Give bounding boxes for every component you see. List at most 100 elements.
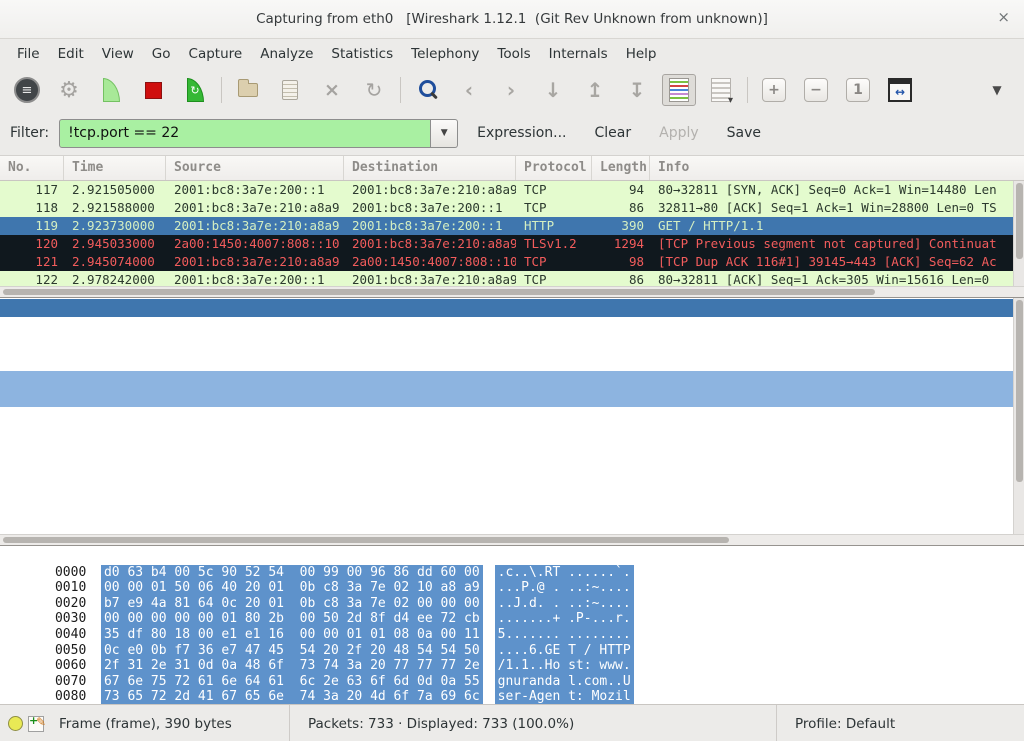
packet-detail-line[interactable]: User-Agent: Mozilla/5.0 (X11; Linux x86_… <box>0 425 1024 443</box>
cell-source: 2001:bc8:3a7e:200::1 <box>166 181 344 199</box>
menu-tools[interactable]: Tools <box>488 41 539 67</box>
menu-internals[interactable]: Internals <box>540 41 617 67</box>
resize-columns-icon[interactable]: ↔ <box>883 74 917 106</box>
zoom-out-icon[interactable]: − <box>799 74 833 106</box>
menu-view[interactable]: View <box>93 41 143 67</box>
status-packet-counts: Packets: 733 · Displayed: 733 (100.0%) <box>308 716 574 732</box>
packet-detail-line[interactable]: Hypertext Transfer Protocol <box>0 371 1024 389</box>
list-interfaces-icon[interactable]: ≡ <box>10 74 44 106</box>
toolbar-separator <box>220 74 223 106</box>
filter-dropdown-icon[interactable]: ▼ <box>431 119 458 148</box>
column-header-destination[interactable]: Destination <box>344 156 516 180</box>
status-profile-section[interactable]: Profile: Default <box>777 705 1024 741</box>
packet-detail-line[interactable]: Accept-Encoding: gzip, deflate\r\n <box>0 479 1024 497</box>
column-header-info[interactable]: Info <box>650 156 1024 180</box>
column-header-no[interactable]: No. <box>0 156 64 180</box>
scrollbar-thumb[interactable] <box>1016 300 1023 482</box>
hex-ascii: ser-Agen t: Mozil <box>495 689 634 704</box>
column-header-source[interactable]: Source <box>166 156 344 180</box>
packet-detail-line[interactable]: Accept-Language: en-US,en;q=0.5\r\n <box>0 461 1024 479</box>
scrollbar-thumb[interactable] <box>1016 183 1023 259</box>
packet-row[interactable]: 117 2.921505000 2001:bc8:3a7e:200::1 200… <box>0 181 1024 199</box>
save-button[interactable]: Save <box>718 120 770 146</box>
close-file-icon[interactable]: × <box>315 74 349 106</box>
hex-ascii: gnuranda l.com..U <box>495 674 634 690</box>
menu-file[interactable]: File <box>8 41 49 67</box>
packet-list-header: No. Time Source Destination Protocol Len… <box>0 155 1024 181</box>
go-forward-icon[interactable]: › <box>494 74 528 106</box>
cell-length: 1294 <box>592 235 650 253</box>
cell-source: 2001:bc8:3a7e:200::1 <box>166 271 344 286</box>
window-close-icon[interactable]: × <box>997 8 1010 26</box>
autoscroll-icon[interactable] <box>704 74 738 106</box>
hex-row[interactable]: 0000d0 63 b4 00 5c 90 52 54 00 99 00 96 … <box>8 549 1024 565</box>
menu-analyze[interactable]: Analyze <box>251 41 322 67</box>
menu-statistics[interactable]: Statistics <box>322 41 402 67</box>
packet-detail-line[interactable]: Ethernet II, Src: RealtekU_99:00:96 (52:… <box>0 317 1024 335</box>
hex-offset: 0030 <box>55 611 101 627</box>
reload-icon[interactable]: ↻ <box>357 74 391 106</box>
menu-bar: FileEditViewGoCaptureAnalyzeStatisticsTe… <box>0 39 1024 69</box>
go-to-packet-icon[interactable]: ↓ <box>536 74 570 106</box>
save-file-icon[interactable] <box>273 74 307 106</box>
cell-no: 120 <box>0 235 64 253</box>
colorize-icon[interactable] <box>662 74 696 106</box>
open-file-icon[interactable] <box>231 74 265 106</box>
zoom-in-icon[interactable]: + <box>757 74 791 106</box>
hex-ascii: ...P.@ . ..:~.... <box>495 580 634 596</box>
status-left-section: Frame (frame), 390 bytes <box>0 705 290 741</box>
filter-input[interactable]: !tcp.port == 22 <box>59 119 431 148</box>
cell-time: 2.978242000 <box>64 271 166 286</box>
apply-button[interactable]: Apply <box>650 120 708 146</box>
menu-help[interactable]: Help <box>617 41 666 67</box>
packet-detail-line[interactable]: GET / HTTP/1.1\r\n <box>0 389 1024 407</box>
packet-row[interactable]: 121 2.945074000 2001:bc8:3a7e:210:a8a9 2… <box>0 253 1024 271</box>
hex-dump-pane: 0000d0 63 b4 00 5c 90 52 54 00 99 00 96 … <box>0 545 1024 704</box>
packet-row[interactable]: 122 2.978242000 2001:bc8:3a7e:200::1 200… <box>0 271 1024 286</box>
clear-button[interactable]: Clear <box>586 120 641 146</box>
go-back-icon[interactable]: ‹ <box>452 74 486 106</box>
packet-detail-line[interactable]: Internet Protocol Version 6, Src: 2001:b… <box>0 335 1024 353</box>
go-to-bottom-icon[interactable]: ↧ <box>620 74 654 106</box>
cell-destination: 2001:bc8:3a7e:210:a8a9 <box>344 271 516 286</box>
packet-detail-line[interactable]: Transmission Control Protocol, Src Port:… <box>0 353 1024 371</box>
packet-detail-line[interactable]: Accept: text/html,application/xhtml+xml,… <box>0 443 1024 461</box>
packet-detail-line[interactable]: Host: www.gnurandal.com\r\n <box>0 407 1024 425</box>
packet-row[interactable]: 119 2.923730000 2001:bc8:3a7e:210:a8a9 2… <box>0 217 1024 235</box>
scrollbar-thumb[interactable] <box>3 289 875 295</box>
capture-restart-icon[interactable]: ↻ <box>178 74 212 106</box>
capture-stop-icon[interactable] <box>136 74 170 106</box>
menu-go[interactable]: Go <box>143 41 180 67</box>
details-horizontal-scrollbar[interactable] <box>0 534 1024 545</box>
packet-row[interactable]: 118 2.921588000 2001:bc8:3a7e:210:a8a9 2… <box>0 199 1024 217</box>
scrollbar-thumb[interactable] <box>3 537 729 543</box>
packet-detail-line[interactable]: Frame 119: 390 bytes on wire (3120 bits)… <box>0 299 1024 317</box>
details-vertical-scrollbar[interactable] <box>1013 298 1024 534</box>
expression-button[interactable]: Expression... <box>468 120 575 146</box>
menu-capture[interactable]: Capture <box>180 41 252 67</box>
packet-detail-line[interactable]: Connection: keep-alive\r\n <box>0 497 1024 515</box>
zoom-100-icon[interactable]: 1 <box>841 74 875 106</box>
find-packet-icon[interactable] <box>410 74 444 106</box>
menu-edit[interactable]: Edit <box>49 41 93 67</box>
cell-no: 122 <box>0 271 64 286</box>
filter-buttons: Expression... Clear Apply Save <box>458 120 770 146</box>
column-header-time[interactable]: Time <box>64 156 166 180</box>
cell-destination: 2001:bc8:3a7e:210:a8a9 <box>344 235 516 253</box>
expert-info-icon[interactable] <box>8 716 23 731</box>
packet-detail-line[interactable]: \r\n <box>0 515 1024 533</box>
packet-list-horizontal-scrollbar[interactable] <box>0 286 1024 297</box>
packet-list-vertical-scrollbar[interactable] <box>1013 181 1024 286</box>
column-header-length[interactable]: Length <box>592 156 650 180</box>
hex-bytes: 0c e0 0b f7 36 e7 47 45 54 20 2f 20 48 5… <box>101 643 483 659</box>
hex-bytes: 67 6e 75 72 61 6e 64 61 6c 2e 63 6f 6d 0… <box>101 674 483 690</box>
go-to-top-icon[interactable]: ↥ <box>578 74 612 106</box>
capture-start-icon[interactable] <box>94 74 128 106</box>
toolbar-overflow-icon[interactable]: ▼ <box>980 74 1014 106</box>
column-header-protocol[interactable]: Protocol <box>516 156 592 180</box>
packet-row[interactable]: 120 2.945033000 2a00:1450:4007:808::10 2… <box>0 235 1024 253</box>
capture-comment-icon[interactable] <box>28 716 44 732</box>
capture-options-icon[interactable]: ⚙ <box>52 74 86 106</box>
menu-telephony[interactable]: Telephony <box>402 41 488 67</box>
status-bar: Frame (frame), 390 bytes Packets: 733 · … <box>0 704 1024 741</box>
